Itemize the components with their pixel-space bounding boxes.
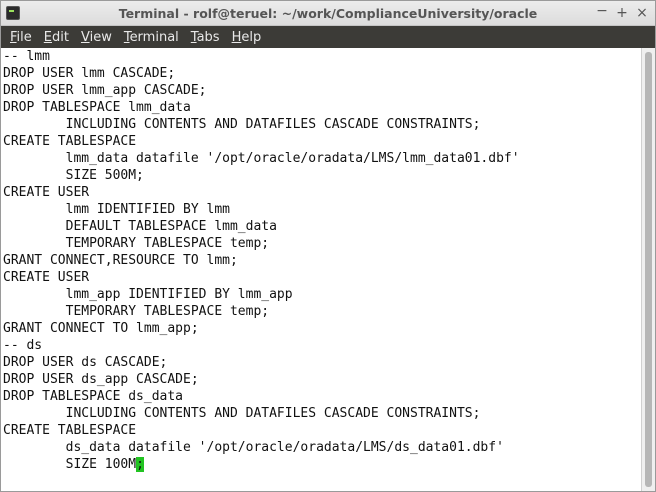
terminal-line: TEMPORARY TABLESPACE temp; (3, 236, 270, 251)
menu-view[interactable]: View (76, 30, 117, 45)
terminal-line: SIZE 500M; (3, 168, 144, 183)
terminal-line: SIZE 100M (3, 457, 137, 472)
window-title: Terminal - rolf@teruel: ~/work/Complianc… (118, 6, 538, 21)
terminal-output[interactable]: -- lmm DROP USER lmm CASCADE; DROP USER … (1, 48, 641, 491)
terminal-line: GRANT CONNECT,RESOURCE TO lmm; (3, 253, 238, 268)
terminal-line: INCLUDING CONTENTS AND DATAFILES CASCADE… (3, 406, 481, 421)
minimize-icon[interactable]: − (593, 2, 611, 20)
title-bar[interactable]: Terminal - rolf@teruel: ~/work/Complianc… (1, 1, 655, 26)
terminal-line: CREATE TABLESPACE (3, 134, 137, 149)
terminal-line: lmm IDENTIFIED BY lmm (3, 202, 230, 217)
text-cursor: ; (136, 457, 144, 472)
close-icon[interactable]: × (633, 4, 651, 22)
terminal-line: DROP TABLESPACE ds_data (3, 389, 184, 404)
vertical-scrollbar[interactable] (641, 48, 655, 491)
terminal-line: lmm_app IDENTIFIED BY lmm_app (3, 287, 293, 302)
menu-terminal[interactable]: Terminal (119, 30, 184, 45)
terminal-line: CREATE USER (3, 270, 90, 285)
menu-help[interactable]: Help (227, 30, 267, 45)
terminal-line: DROP TABLESPACE lmm_data (3, 100, 191, 115)
terminal-line: DEFAULT TABLESPACE lmm_data (3, 219, 277, 234)
terminal-line: GRANT CONNECT TO lmm_app; (3, 321, 199, 336)
terminal-line: DROP USER ds_app CASCADE; (3, 372, 199, 387)
terminal-line: DROP USER lmm CASCADE; (3, 66, 176, 81)
terminal-line: CREATE TABLESPACE (3, 423, 137, 438)
terminal-line: -- lmm (3, 49, 50, 64)
terminal-line: -- ds (3, 338, 43, 353)
terminal-line: TEMPORARY TABLESPACE temp; (3, 304, 270, 319)
maximize-icon[interactable]: + (613, 4, 631, 22)
terminal-window: Terminal - rolf@teruel: ~/work/Complianc… (0, 0, 656, 492)
terminal-line: CREATE USER (3, 185, 90, 200)
terminal-line: ds_data datafile '/opt/oracle/oradata/LM… (3, 440, 504, 455)
menu-file[interactable]: File (5, 30, 37, 45)
menu-tabs[interactable]: Tabs (186, 30, 225, 45)
terminal-line: DROP USER lmm_app CASCADE; (3, 83, 207, 98)
menu-edit[interactable]: Edit (39, 30, 74, 45)
terminal-line: DROP USER ds CASCADE; (3, 355, 168, 370)
terminal-line: INCLUDING CONTENTS AND DATAFILES CASCADE… (3, 117, 481, 132)
menu-bar: File Edit View Terminal Tabs Help (1, 26, 655, 48)
scrollbar-thumb[interactable] (645, 52, 652, 487)
terminal-text: -- lmm DROP USER lmm CASCADE; DROP USER … (1, 48, 641, 473)
terminal-line: lmm_data datafile '/opt/oracle/oradata/L… (3, 151, 520, 166)
